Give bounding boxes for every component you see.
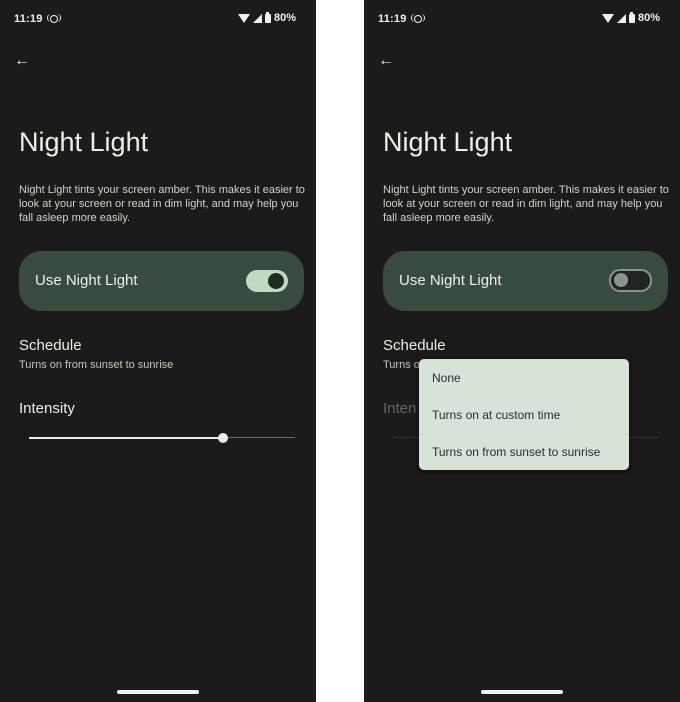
back-button[interactable]: ← (374, 50, 398, 72)
switch-knob (268, 273, 284, 289)
use-night-light-toggle-card[interactable]: Use Night Light (383, 251, 668, 311)
intensity-label: Inten (383, 400, 417, 417)
slider-thumb[interactable] (218, 433, 229, 443)
arrow-left-icon: ← (14, 52, 30, 69)
schedule-summary: Turns on from sunset to sunrise (19, 359, 174, 371)
status-time: 11:19 (378, 13, 407, 25)
page-description: Night Light tints your screen amber. Thi… (19, 184, 305, 224)
page-description: Night Light tints your screen amber. Thi… (383, 184, 669, 224)
use-night-light-toggle-card[interactable]: Use Night Light (19, 251, 304, 311)
phone-screen-schedule-menu-open: 11:19 80% ← Night Light Night Light tint… (364, 0, 680, 702)
schedule-title: Schedule (383, 337, 446, 354)
status-time: 11:19 (14, 13, 43, 25)
schedule-option-none[interactable]: None (419, 359, 629, 397)
back-button[interactable]: ← (10, 50, 34, 72)
battery-percent: 80% (637, 12, 660, 24)
cast-icon (411, 14, 425, 23)
arrow-left-icon: ← (378, 52, 394, 69)
status-indicators: 80% (237, 11, 296, 24)
intensity-label: Intensity (19, 400, 75, 417)
battery-percent: 80% (273, 12, 296, 24)
battery-icon (264, 11, 271, 23)
signal-icon (252, 13, 262, 23)
use-night-light-label: Use Night Light (35, 272, 138, 289)
cast-icon (47, 14, 61, 23)
schedule-setting[interactable]: Schedule Turns on from sunset to sunrise (19, 337, 299, 377)
phone-screen-night-light-on: 11:19 80% ← Night Light Night Light tint… (0, 0, 316, 702)
schedule-title: Schedule (19, 337, 82, 354)
use-night-light-switch[interactable] (609, 269, 652, 292)
status-indicators: 80% (601, 11, 660, 24)
page-title: Night Light (383, 127, 513, 157)
slider-track-inactive (223, 437, 295, 438)
switch-knob (614, 273, 628, 287)
signal-icon (616, 13, 626, 23)
use-night-light-label: Use Night Light (399, 272, 502, 289)
wifi-icon (601, 13, 614, 23)
gesture-navigation-handle[interactable] (117, 690, 199, 694)
status-bar: 11:19 80% (14, 11, 296, 27)
gesture-navigation-handle[interactable] (481, 690, 563, 694)
schedule-option-custom-time[interactable]: Turns on at custom time (419, 397, 629, 434)
wifi-icon (237, 13, 250, 23)
status-bar: 11:19 80% (378, 11, 660, 27)
page-title: Night Light (19, 127, 149, 157)
schedule-option-sunset-to-sunrise[interactable]: Turns on from sunset to sunrise (419, 434, 629, 471)
slider-track-active (29, 437, 224, 439)
battery-icon (628, 11, 635, 23)
schedule-dropdown-menu: None Turns on at custom time Turns on fr… (419, 359, 629, 470)
use-night-light-switch[interactable] (246, 270, 288, 292)
intensity-slider[interactable] (29, 432, 295, 444)
